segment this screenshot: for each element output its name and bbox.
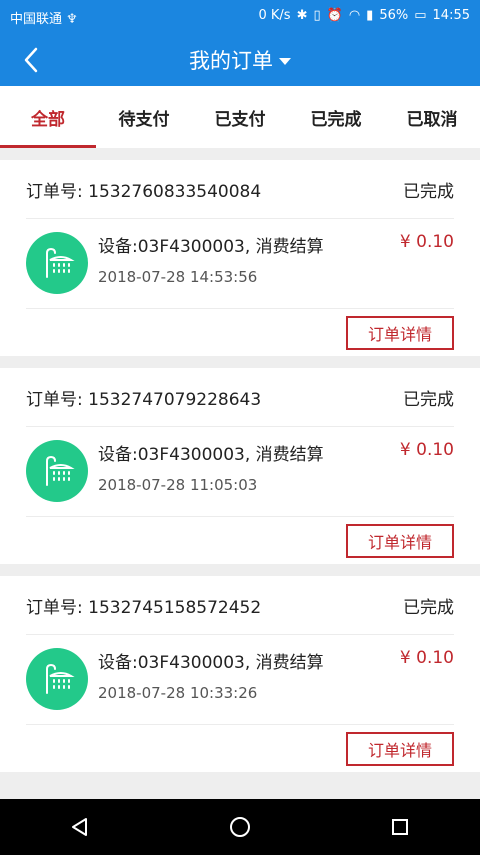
nav-recents-button[interactable]	[375, 807, 425, 847]
title-dropdown[interactable]: 我的订单	[0, 34, 480, 86]
shower-icon	[26, 232, 88, 294]
order-card: 订单号: 1532747079228643 已完成 设备:03F4300003,…	[0, 368, 480, 564]
carrier-label: 中国联通 ♆	[10, 12, 78, 27]
bluetooth-icon: ✱	[296, 8, 308, 23]
wifi-icon: ◠	[348, 8, 361, 23]
order-time: 2018-07-28 11:05:03	[98, 476, 258, 494]
order-header: 订单号: 1532747079228643 已完成	[26, 368, 454, 427]
order-body: 设备:03F4300003, 消费结算 2018-07-28 14:53:56 …	[26, 218, 454, 309]
order-status: 已完成	[403, 181, 454, 202]
vibrate-icon: ▯	[313, 8, 321, 23]
order-price: ¥ 0.10	[399, 648, 454, 668]
order-status: 已完成	[403, 389, 454, 410]
system-nav-bar	[0, 799, 480, 855]
order-body: 设备:03F4300003, 消费结算 2018-07-28 10:33:26 …	[26, 634, 454, 725]
tab-paid[interactable]: 已支付	[192, 86, 288, 148]
nav-back-button[interactable]	[55, 807, 105, 847]
tab-completed[interactable]: 已完成	[288, 86, 384, 148]
tab-label: 已取消	[406, 109, 458, 130]
shower-icon	[26, 440, 88, 502]
back-icon	[24, 47, 38, 73]
shower-icon	[26, 648, 88, 710]
order-description: 设备:03F4300003, 消费结算	[98, 237, 324, 257]
tab-cancelled[interactable]: 已取消	[384, 86, 480, 148]
order-body: 设备:03F4300003, 消费结算 2018-07-28 11:05:03 …	[26, 426, 454, 517]
status-indicators: 0 K/s ✱ ▯ ⏰ ◠ ▮ 56% ▭ 14:55	[258, 8, 470, 23]
page-title: 我的订单	[189, 49, 273, 73]
order-card: 订单号: 1532745158572452 已完成 设备:03F4300003,…	[0, 576, 480, 772]
status-bar: 中国联通 ♆ 0 K/s ✱ ▯ ⏰ ◠ ▮ 56% ▭ 14:55	[0, 0, 480, 34]
order-description: 设备:03F4300003, 消费结算	[98, 445, 324, 465]
order-header: 订单号: 1532760833540084 已完成	[26, 160, 454, 219]
order-detail-button[interactable]: 订单详情	[346, 524, 454, 558]
back-button[interactable]	[14, 44, 48, 76]
battery-percent: 56%	[379, 8, 409, 23]
nav-home-button[interactable]	[215, 807, 265, 847]
order-detail-button[interactable]: 订单详情	[346, 316, 454, 350]
order-header: 订单号: 1532745158572452 已完成	[26, 576, 454, 635]
order-number: 订单号: 1532760833540084	[26, 181, 262, 202]
caret-down-icon	[279, 57, 291, 65]
clock: 14:55	[432, 8, 470, 23]
order-time: 2018-07-28 10:33:26	[98, 684, 258, 702]
order-detail-button[interactable]: 订单详情	[346, 732, 454, 766]
order-description: 设备:03F4300003, 消费结算	[98, 653, 324, 673]
app-bar: 我的订单	[0, 34, 480, 86]
order-card: 订单号: 1532760833540084 已完成 设备:03F4300003,…	[0, 160, 480, 356]
alarm-icon: ⏰	[326, 8, 343, 23]
order-list: 订单号: 1532760833540084 已完成 设备:03F4300003,…	[0, 148, 480, 772]
tab-all[interactable]: 全部	[0, 86, 96, 148]
order-price: ¥ 0.10	[399, 440, 454, 460]
tab-label: 已支付	[214, 109, 266, 130]
order-time: 2018-07-28 14:53:56	[98, 268, 258, 286]
order-status: 已完成	[403, 597, 454, 618]
order-tabs: 全部 待支付 已支付 已完成 已取消	[0, 86, 480, 148]
triangle-back-icon	[72, 818, 87, 836]
network-speed: 0 K/s	[258, 8, 291, 23]
order-price: ¥ 0.10	[399, 232, 454, 252]
tab-label: 全部	[31, 109, 65, 130]
circle-home-icon	[230, 817, 250, 837]
tab-label: 待支付	[118, 109, 170, 130]
square-recents-icon	[392, 819, 408, 835]
battery-icon: ▭	[414, 8, 427, 23]
order-number: 订单号: 1532747079228643	[26, 389, 262, 410]
tab-pending-payment[interactable]: 待支付	[96, 86, 192, 148]
order-number: 订单号: 1532745158572452	[26, 597, 262, 618]
signal-icon: ▮	[366, 8, 374, 23]
tab-label: 已完成	[310, 109, 362, 130]
